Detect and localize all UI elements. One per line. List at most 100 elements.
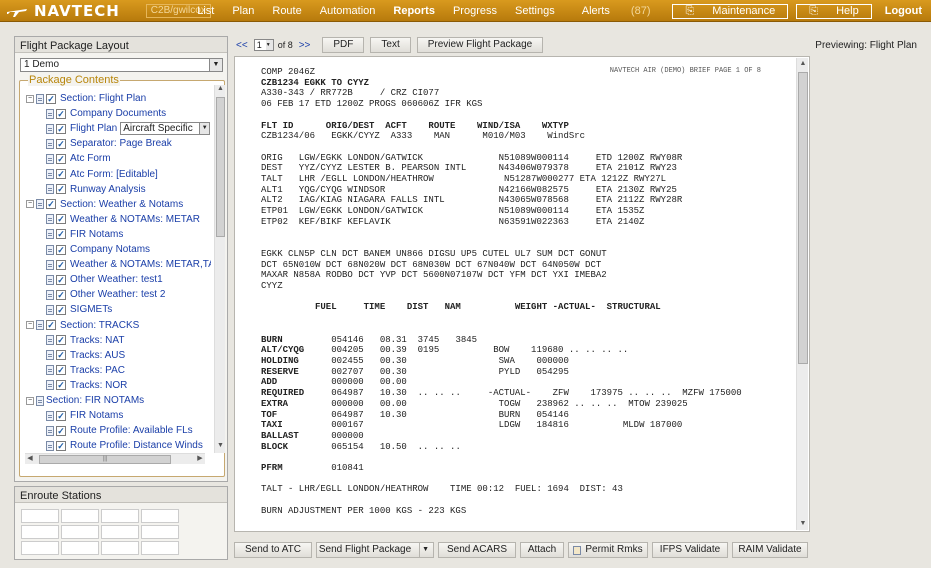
item-checkbox[interactable]: ✓: [56, 184, 66, 195]
nav-route[interactable]: Route: [272, 5, 301, 17]
station-field[interactable]: [21, 525, 59, 539]
item-checkbox[interactable]: ✓: [56, 350, 66, 361]
item-checkbox[interactable]: ✓: [56, 365, 66, 376]
tree-item-label[interactable]: Section: Weather & Notams: [60, 199, 183, 210]
tree-item[interactable]: ✓ Atc Form: [46, 151, 111, 166]
tree-item[interactable]: ✓ Other Weather: test 2: [46, 287, 165, 302]
flight-plan-variant-select[interactable]: Aircraft Specific ▼: [120, 122, 211, 136]
tree-item-label[interactable]: Atc Form: [Editable]: [70, 169, 158, 180]
item-checkbox[interactable]: ✓: [56, 304, 66, 315]
tree-item-label[interactable]: FIR Notams: [70, 229, 123, 240]
nav-progress[interactable]: Progress: [453, 5, 497, 17]
nav-automation[interactable]: Automation: [320, 5, 376, 17]
tree-item[interactable]: ✓ Atc Form: [Editable]: [46, 167, 158, 182]
item-checkbox[interactable]: ✓: [56, 244, 66, 255]
tree-item-label[interactable]: Other Weather: test1: [70, 274, 163, 285]
send-flight-package-button[interactable]: Send Flight Package ▼: [316, 542, 434, 558]
scroll-up-icon[interactable]: ▲: [215, 85, 226, 96]
station-field[interactable]: [61, 509, 99, 523]
tree-item-label[interactable]: Tracks: NOR: [70, 380, 127, 391]
layout-select[interactable]: 1 Demo ▼: [20, 58, 223, 72]
tree-item[interactable]: ✓ Route Profile: Available FLs: [46, 423, 193, 438]
item-checkbox[interactable]: ✓: [46, 199, 56, 210]
item-checkbox[interactable]: ✓: [56, 259, 66, 270]
doc-scroll-thumb[interactable]: [798, 72, 808, 364]
attach-button[interactable]: Attach: [520, 542, 564, 558]
tree-item-label[interactable]: Route Profile: Available FLs: [70, 425, 193, 436]
dropdown-arrow-icon[interactable]: ▼: [209, 59, 222, 71]
chevron-down-icon[interactable]: ▼: [419, 543, 431, 557]
station-field[interactable]: [141, 541, 179, 555]
item-checkbox[interactable]: ✓: [46, 93, 56, 104]
tree-item[interactable]: ✓ Weather & NOTAMs: METAR,TAF,I: [46, 257, 211, 272]
tree-item-label[interactable]: Weather & NOTAMs: METAR,TAF,I: [70, 259, 211, 270]
raim-validate-button[interactable]: RAIM Validate: [732, 542, 808, 558]
pdf-button[interactable]: PDF: [322, 37, 365, 53]
nav-list[interactable]: List: [197, 5, 214, 17]
tree-item[interactable]: ✓ FIR Notams: [46, 408, 123, 423]
permit-rmks-button[interactable]: Permit Rmks: [568, 542, 648, 558]
tree-item[interactable]: ✓ Tracks: NAT: [46, 333, 124, 348]
tree-item-label[interactable]: Tracks: NAT: [70, 335, 124, 346]
tree-item-label[interactable]: Weather & NOTAMs: METAR: [70, 214, 200, 225]
item-checkbox[interactable]: ✓: [56, 138, 66, 149]
scroll-down-icon[interactable]: ▼: [215, 442, 226, 453]
tree-item[interactable]: ✓ Separator: Page Break: [46, 136, 172, 151]
tree-item-label[interactable]: Atc Form: [70, 153, 111, 164]
station-field[interactable]: [21, 509, 59, 523]
tree-item[interactable]: ✓ Tracks: PAC: [46, 363, 125, 378]
tree-item[interactable]: ✓ Flight Plan Aircraft Specific ▼: [46, 121, 211, 136]
scroll-thumb[interactable]: [216, 97, 225, 237]
station-field[interactable]: [141, 509, 179, 523]
tree-item-label[interactable]: Route Profile: Distance Winds: [70, 440, 203, 451]
tree-item-label[interactable]: Flight Plan: [70, 123, 117, 134]
tree-item[interactable]: ✓ Company Notams: [46, 242, 150, 257]
tree-item-label[interactable]: Runway Analysis: [70, 184, 146, 195]
tree-section[interactable]: − Section: FIR NOTAMs: [26, 393, 144, 408]
tree-item[interactable]: ✓ Route Profile: Distance Winds: [46, 438, 203, 453]
collapse-icon[interactable]: −: [26, 94, 34, 103]
item-checkbox[interactable]: ✓: [56, 440, 66, 451]
item-checkbox[interactable]: ✓: [56, 169, 66, 179]
tree-item[interactable]: ✓ Company Documents: [46, 106, 166, 121]
document-preview[interactable]: NAVTECH AIR (DEMO) BRIEF PAGE 1 OF 8 COM…: [234, 56, 810, 532]
doc-scroll-up-icon[interactable]: ▲: [797, 58, 809, 70]
text-button[interactable]: Text: [370, 37, 411, 53]
item-checkbox[interactable]: ✓: [56, 108, 66, 119]
tree-vertical-scrollbar[interactable]: ▲ ▼: [214, 85, 225, 453]
item-checkbox[interactable]: ✓: [56, 153, 66, 164]
collapse-icon[interactable]: −: [26, 396, 34, 405]
tree-item[interactable]: ✓ FIR Notams: [46, 227, 123, 242]
nav-help[interactable]: ⎘ Help: [796, 3, 872, 19]
item-checkbox[interactable]: ✓: [56, 229, 66, 240]
item-checkbox[interactable]: ✓: [56, 214, 66, 225]
nav-alerts[interactable]: Alerts (87): [573, 5, 660, 17]
tree-item[interactable]: ✓ Tracks: NOR: [46, 378, 127, 393]
dropdown-arrow-icon[interactable]: ▼: [199, 123, 210, 135]
ifps-validate-button[interactable]: IFPS Validate: [652, 542, 728, 558]
tree-item-label[interactable]: Separator: Page Break: [70, 138, 172, 149]
nav-settings[interactable]: Settings: [515, 5, 555, 17]
tree-item-label[interactable]: SIGMETs: [70, 304, 112, 315]
tree-section[interactable]: − ✓ Section: Weather & Notams: [26, 197, 183, 212]
next-page-link[interactable]: >>: [299, 40, 311, 51]
tree-item-label[interactable]: Section: TRACKS: [60, 320, 139, 331]
tree-item-label[interactable]: Section: Flight Plan: [60, 93, 146, 104]
tree-section[interactable]: − ✓ Section: TRACKS: [26, 318, 139, 333]
station-field[interactable]: [101, 525, 139, 539]
item-checkbox[interactable]: ✓: [56, 274, 66, 285]
tree-horizontal-scrollbar[interactable]: ◀ ||| ▶: [25, 453, 205, 464]
prev-page-link[interactable]: <<: [236, 40, 248, 51]
nav-logout[interactable]: Logout: [885, 5, 922, 17]
scroll-right-icon[interactable]: ▶: [195, 454, 205, 464]
nav-maintenance[interactable]: ⎘ Maintenance: [672, 3, 789, 19]
tree-section[interactable]: − ✓ Section: Flight Plan: [26, 91, 146, 106]
send-acars-button[interactable]: Send ACARS: [438, 542, 516, 558]
send-to-atc-button[interactable]: Send to ATC: [234, 542, 312, 558]
station-field[interactable]: [101, 541, 139, 555]
tree-item[interactable]: ✓ SIGMETs: [46, 302, 112, 317]
item-checkbox[interactable]: ✓: [56, 410, 66, 421]
tree-item-label[interactable]: Tracks: PAC: [70, 365, 125, 376]
tree-item[interactable]: ✓ Runway Analysis: [46, 182, 146, 197]
item-checkbox[interactable]: ✓: [56, 335, 66, 346]
